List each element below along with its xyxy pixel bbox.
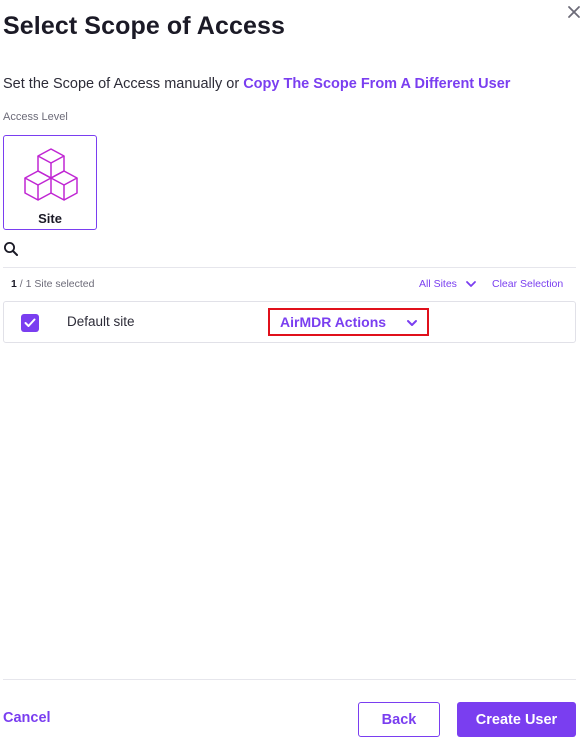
divider <box>3 267 576 268</box>
access-level-site-card[interactable]: Site <box>3 135 97 230</box>
create-user-button[interactable]: Create User <box>457 702 576 737</box>
intro-text: Set the Scope of Access manually or Copy… <box>3 76 510 92</box>
dialog-title: Select Scope of Access <box>3 12 285 40</box>
cubes-icon <box>24 148 78 201</box>
footer-divider <box>3 679 576 680</box>
role-select[interactable]: AirMDR Actions <box>268 308 429 336</box>
search-icon[interactable] <box>3 241 19 257</box>
back-button[interactable]: Back <box>358 702 440 737</box>
clear-selection-link[interactable]: Clear Selection <box>492 278 563 290</box>
scope-of-access-dialog: Select Scope of Access Set the Scope of … <box>0 0 583 742</box>
close-icon[interactable] <box>566 4 582 20</box>
chevron-down-icon[interactable] <box>465 279 477 289</box>
access-level-card-label: Site <box>38 211 62 226</box>
selection-count-suffix: / 1 Site selected <box>19 278 95 290</box>
cancel-button[interactable]: Cancel <box>3 710 51 726</box>
checkmark-icon <box>24 318 36 327</box>
table-row: Default site AirMDR Actions <box>3 301 576 343</box>
all-sites-filter[interactable]: All Sites <box>419 278 457 290</box>
intro-label: Set the Scope of Access manually or <box>3 76 244 92</box>
selection-count-number: 1 <box>11 278 17 290</box>
site-checkbox[interactable] <box>21 314 39 332</box>
selection-count: 1 / 1 Site selected <box>11 278 94 290</box>
role-select-value: AirMDR Actions <box>280 314 387 330</box>
access-level-label: Access Level <box>3 111 68 123</box>
site-name: Default site <box>67 314 135 329</box>
copy-scope-link[interactable]: Copy The Scope From A Different User <box>243 76 510 92</box>
chevron-down-icon <box>407 320 417 326</box>
